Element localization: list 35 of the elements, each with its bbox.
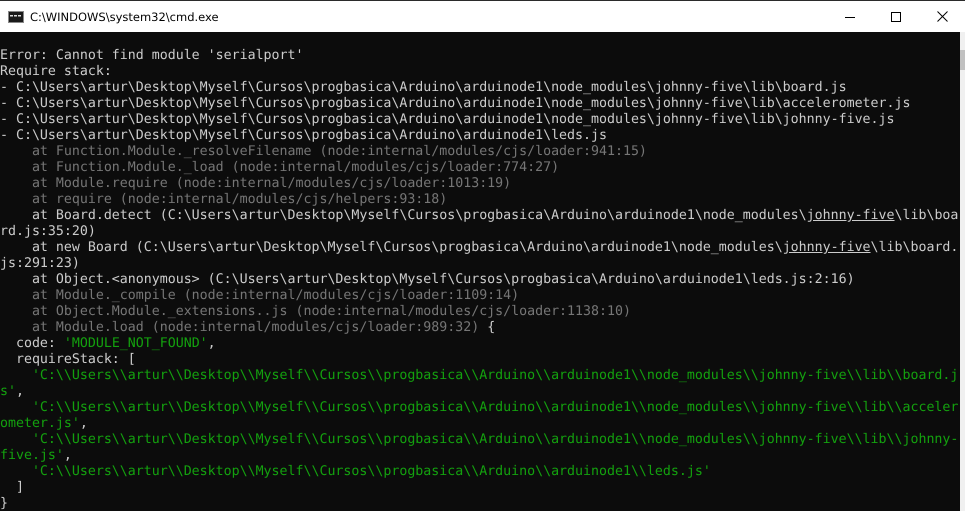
- scrollbar[interactable]: [960, 32, 965, 511]
- console-line: Error: Cannot find module 'serialport': [0, 48, 304, 64]
- console-line: at Function.Module._load (node:internal/modules/cjs/loader:774:27): [30, 160, 560, 176]
- console-line: rd.js:35:20): [0, 224, 97, 240]
- console-line: at Module.load (node:internal/modules/cjs/loader:989:32) {: [30, 320, 496, 336]
- console-line: ]: [14, 480, 25, 496]
- console-line: - C:\Users\artur\Desktop\Myself\Cursos\progbasica\Arduino\arduinode1\node_modules\johnny-five\lib\johnny-five.js: [0, 112, 896, 128]
- console-line: 'C:\\Users\\artur\\Desktop\\Myself\\Cursos\\progbasica\\Arduino\\arduinode1\\node_modules\\johnny-five\\lib\\johnny-: [30, 432, 960, 448]
- console-line: - C:\Users\artur\Desktop\Myself\Cursos\progbasica\Arduino\arduinode1\node_modules\johnny-five\lib\board.js: [0, 80, 848, 96]
- scrollbar-thumb[interactable]: [960, 50, 965, 70]
- console-line: requireStack: [: [14, 352, 137, 368]
- console-line: - C:\Users\artur\Desktop\Myself\Cursos\progbasica\Arduino\arduinode1\node_modules\johnny-five\lib\accelerometer.js: [0, 96, 912, 112]
- console-line: at Object.<anonymous> (C:\Users\artur\Desktop\Myself\Cursos\progbasica\Arduino\arduinode1\leds.js:2:16): [30, 272, 856, 288]
- console-line: at Object.Module._extensions..js (node:internal/modules/cjs/loader:1138:10): [30, 304, 632, 320]
- console-line: Require stack:: [0, 64, 113, 80]
- console-line: 'C:\\Users\\artur\\Desktop\\Myself\\Cursos\\progbasica\\Arduino\\arduinode1\\node_modules\\johnny-five\\lib\\acceler: [30, 400, 960, 416]
- console-line: at Module.require (node:internal/modules/cjs/loader:1013:19): [30, 176, 512, 192]
- console-line: 'C:\\Users\\artur\\Desktop\\Myself\\Cursos\\progbasica\\Arduino\\arduinode1\\leds.js': [30, 464, 712, 480]
- console-line: - C:\Users\artur\Desktop\Myself\Cursos\progbasica\Arduino\arduinode1\leds.js: [0, 128, 608, 144]
- console-line: code: 'MODULE_NOT_FOUND',: [14, 336, 217, 352]
- maximize-icon: [891, 12, 901, 22]
- window-title: C:\WINDOWS\system32\cmd.exe: [30, 10, 219, 24]
- console-line: ometer.js',: [0, 416, 89, 432]
- console-line: at Board.detect (C:\Users\artur\Desktop\Myself\Cursos\progbasica\Arduino\arduinode1\node_modules\johnny-five\lib\boa: [30, 208, 960, 224]
- console-line: js:291:23): [0, 256, 81, 272]
- console-icon: [8, 10, 24, 22]
- close-icon: [936, 11, 948, 22]
- console-line: 'C:\\Users\\artur\\Desktop\\Myself\\Cursos\\progbasica\\Arduino\\arduinode1\\node_modules\\johnny-five\\lib\\board.j: [30, 368, 960, 384]
- console-line: }: [0, 496, 9, 511]
- console-line: five.js',: [0, 448, 73, 464]
- console-line: at require (node:internal/modules/cjs/helpers:93:18): [30, 192, 448, 208]
- console-line: at new Board (C:\Users\artur\Desktop\Myself\Cursos\progbasica\Arduino\arduinode1\node_modules\johnny-five\lib\board.: [30, 240, 960, 256]
- console-line: s',: [0, 384, 25, 400]
- console-line: at Function.Module._resolveFilename (node:internal/modules/cjs/loader:941:15): [30, 144, 648, 160]
- console-line: at Module._compile (node:internal/modules/cjs/loader:1109:14): [30, 288, 520, 304]
